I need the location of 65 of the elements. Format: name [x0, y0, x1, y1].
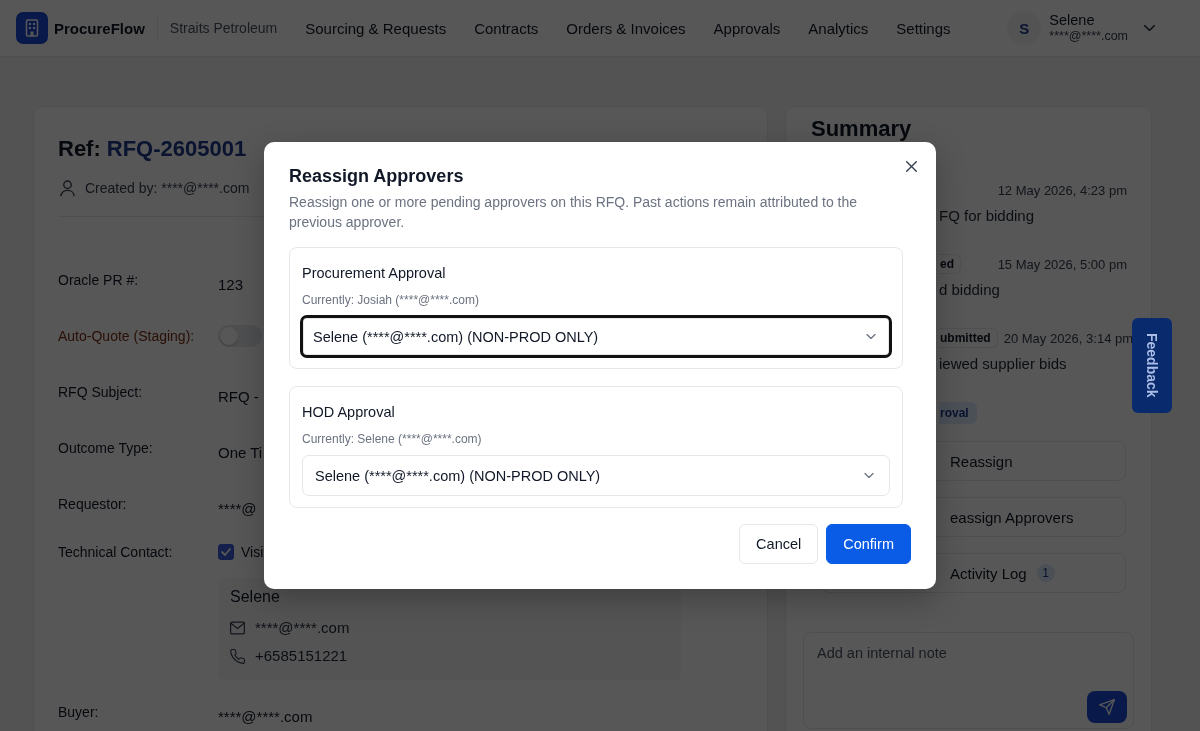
nav-link[interactable]: Settings	[896, 19, 951, 37]
field-value: RFQ -	[218, 387, 259, 407]
note-field[interactable]: Add an internal note	[803, 632, 1134, 729]
chevron-down-icon	[866, 334, 876, 339]
event-description: d bidding	[939, 280, 1000, 300]
nav-link[interactable]: Approvals	[713, 19, 781, 37]
field-value: ****@****.com	[218, 707, 313, 727]
field-value: 123	[218, 275, 244, 295]
feedback-tab[interactable]: Feedback	[1132, 318, 1172, 413]
approver-select[interactable]: Selene (****@****.com) (NON-PROD ONLY)	[300, 315, 892, 358]
field-label: Buyer:	[58, 703, 99, 722]
field-value: ****@	[218, 499, 257, 519]
event-date: 15 May 2026, 5:00 pm	[997, 256, 1127, 272]
event-description: FQ for bidding	[939, 206, 1035, 226]
event-date: 20 May 2026, 3:14 pm	[1003, 330, 1134, 346]
user-email: ****@****.com	[1049, 29, 1128, 44]
reference-number: RFQ-2605001	[106, 135, 247, 163]
phone-icon	[230, 648, 245, 664]
field-label: Outcome Type:	[58, 439, 153, 458]
field-label: Auto-Quote (Staging):	[58, 327, 195, 346]
summary-title: Summary	[811, 116, 912, 142]
chevron-down-icon	[864, 473, 874, 478]
field-label: Requestor:	[58, 495, 127, 514]
mail-icon	[230, 621, 245, 635]
field-label: Oracle PR #:	[58, 271, 139, 290]
count-badge: 1	[1036, 564, 1055, 582]
event-date: 12 May 2026, 4:23 pm	[997, 182, 1127, 198]
section-title: HOD Approval	[302, 404, 395, 420]
send-button[interactable]	[1087, 691, 1127, 723]
user-avatar[interactable]: S	[1007, 11, 1042, 45]
dialog-button[interactable]: Confirm	[826, 524, 911, 564]
status-badge: roval	[939, 402, 977, 424]
current-approver: Currently: Selene (****@****.com)	[302, 432, 482, 446]
checkbox[interactable]	[218, 544, 234, 560]
approver-select[interactable]: Selene (****@****.com) (NON-PROD ONLY)	[302, 455, 890, 496]
event-description: iewed supplier bids	[939, 354, 1067, 374]
event-badge: ubmitted	[939, 328, 998, 348]
created-by: Created by: ****@****.com	[85, 179, 250, 198]
logo-icon	[16, 12, 48, 44]
dialog-title: Reassign Approvers	[289, 165, 465, 188]
user-icon	[60, 179, 75, 197]
check-icon	[221, 548, 231, 556]
nav-link[interactable]: Contracts	[474, 19, 539, 37]
event-badge: ed	[939, 254, 961, 274]
brand-name[interactable]: ProcureFlow	[54, 19, 145, 37]
nav-link[interactable]: Analytics	[808, 19, 869, 37]
current-approver: Currently: Josiah (****@****.com)	[302, 293, 479, 307]
contact-email: ****@****.com	[255, 618, 350, 638]
nav-link[interactable]: Orders & Invoices	[566, 19, 686, 37]
close-icon	[905, 160, 917, 172]
dialog-description: Reassign one or more pending approvers on this RFQ. Past actions remain attributed to the previous approver.	[289, 193, 859, 232]
send-icon	[1099, 699, 1115, 715]
nav-link[interactable]: Sourcing & Requests	[305, 19, 447, 37]
checkbox-label: Visi	[241, 544, 264, 560]
ref-label: Ref:	[58, 135, 101, 163]
chevron-down-icon	[1144, 25, 1155, 31]
contact-name: Selene	[230, 588, 280, 605]
dialog-button[interactable]: Cancel	[739, 524, 819, 564]
section-title: Procurement Approval	[302, 265, 446, 281]
contact-phone: +6585151221	[255, 646, 348, 666]
field-label: RFQ Subject:	[58, 383, 143, 402]
field-value: One Ti	[218, 443, 263, 463]
user-name: Selene	[1049, 12, 1096, 29]
organization-name: Straits Petroleum	[169, 20, 278, 36]
field-label: Technical Contact:	[58, 543, 173, 562]
